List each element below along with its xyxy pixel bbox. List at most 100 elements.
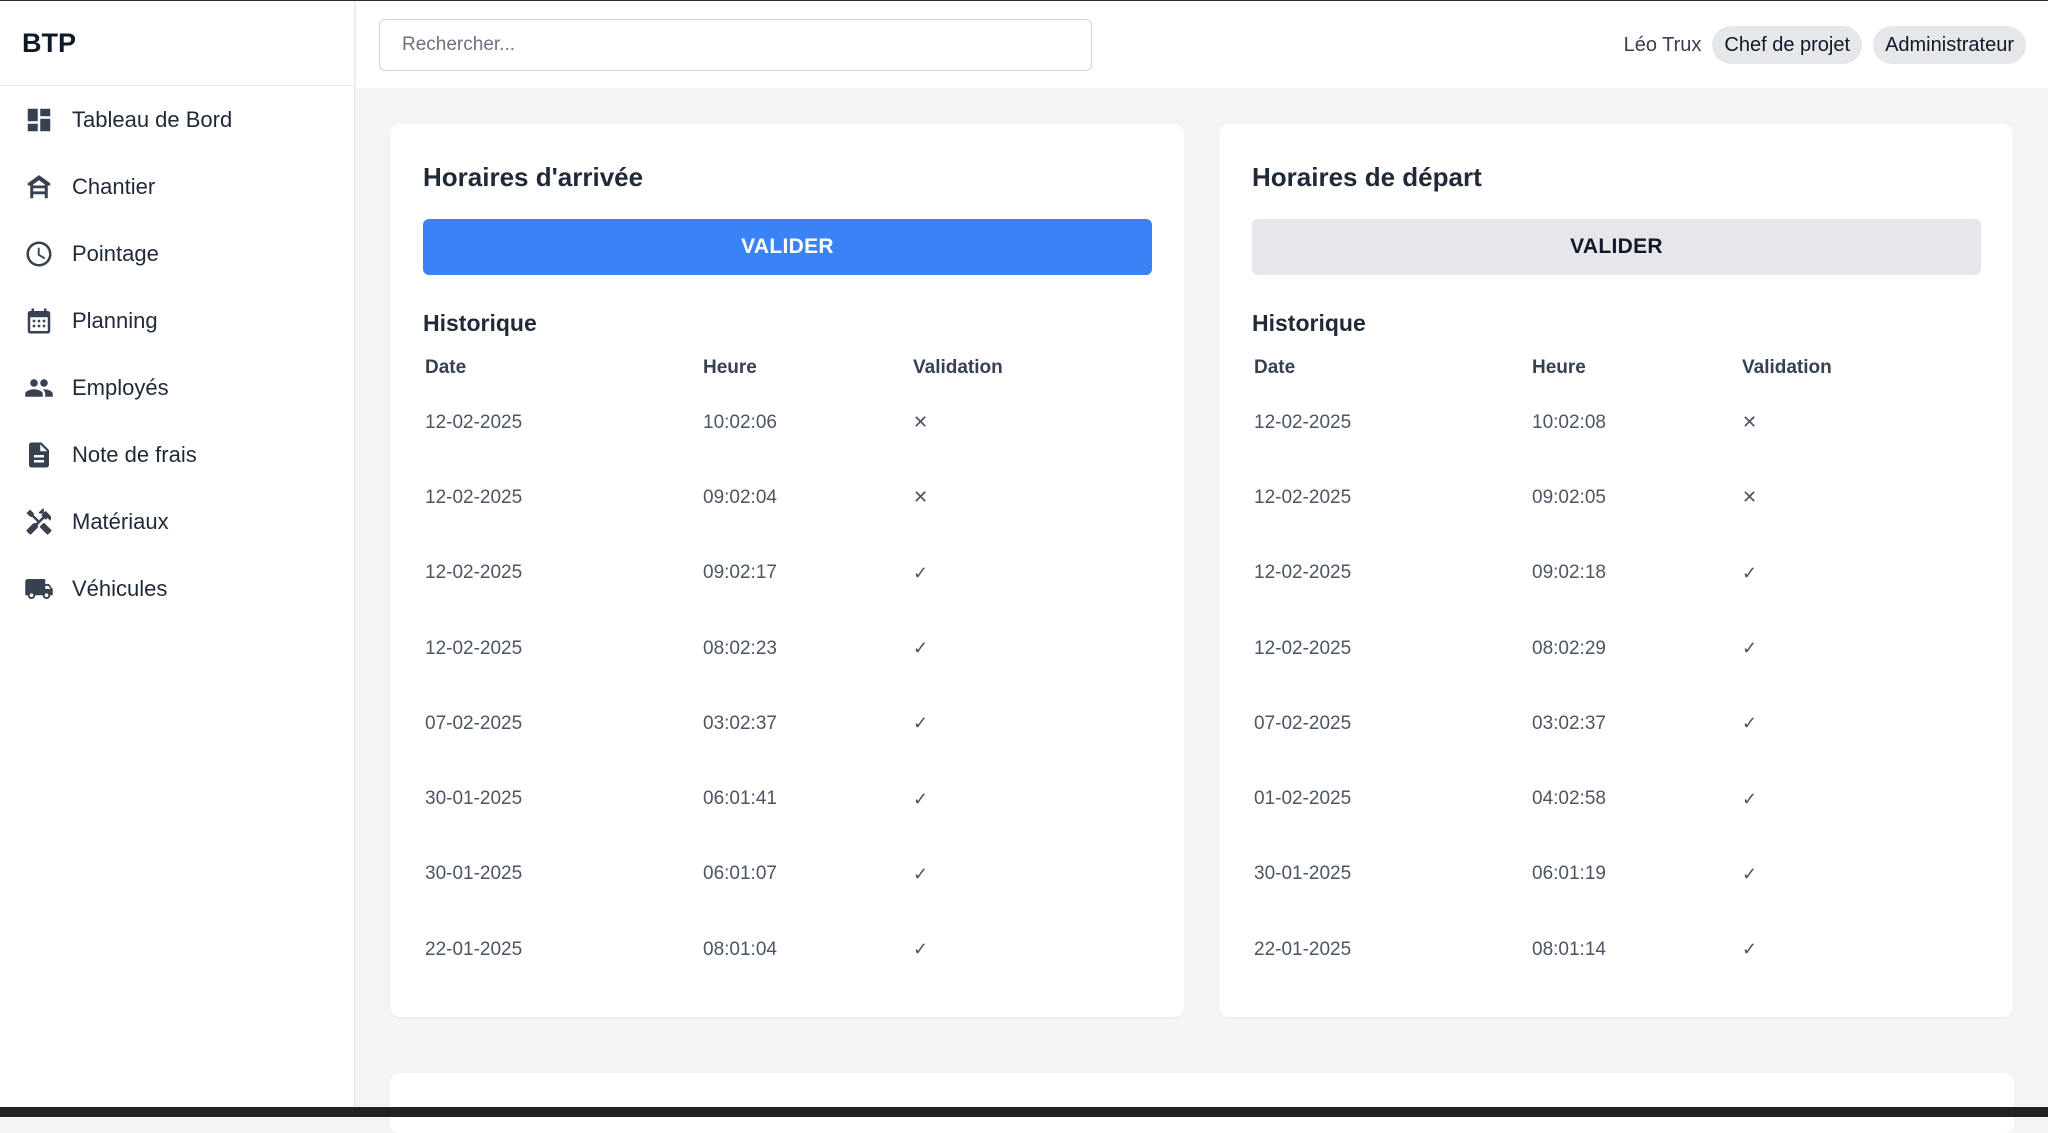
date-cell: 30-01-2025 (425, 863, 523, 885)
validation-icon: ✓ (1742, 863, 1758, 884)
next-card-partial (390, 1073, 2014, 1133)
role-badge-administrateur[interactable]: Administrateur (1873, 26, 2026, 64)
validation-icon: ✓ (913, 562, 929, 583)
sidebar-item-vehicules[interactable]: Véhicules (0, 555, 354, 622)
time-cell: 09:02:05 (1532, 486, 1606, 508)
clock-icon (24, 239, 54, 269)
time-cell: 08:01:04 (703, 938, 777, 960)
table-row: 12-02-2025 09:02:17 ✓ (423, 536, 1152, 611)
document-icon (24, 440, 54, 470)
validation-icon: ✕ (1742, 487, 1758, 508)
arrival-history-title: Historique (423, 310, 537, 336)
sidebar-item-planning[interactable]: Planning (0, 287, 354, 354)
table-row: 22-01-2025 08:01:04 ✓ (423, 912, 1152, 987)
column-header-heure: Heure (703, 357, 757, 378)
time-cell: 08:02:29 (1532, 637, 1606, 659)
tools-icon (24, 507, 54, 537)
departure-title: Horaires de départ (1252, 162, 1482, 192)
table-row: 22-01-2025 08:01:14 ✓ (1252, 912, 1981, 987)
date-cell: 07-02-2025 (1254, 712, 1352, 734)
table-row: 12-02-2025 10:02:06 ✕ (423, 385, 1152, 460)
validation-icon: ✕ (1742, 412, 1758, 433)
validation-icon: ✓ (1742, 638, 1758, 659)
sidebar-item-pointage[interactable]: Pointage (0, 220, 354, 287)
time-cell: 09:02:04 (703, 486, 777, 508)
date-cell: 12-02-2025 (425, 637, 523, 659)
time-cell: 04:02:58 (1532, 788, 1606, 810)
validate-departure-button[interactable]: VALIDER (1252, 219, 1981, 275)
table-row: 12-02-2025 08:02:23 ✓ (423, 611, 1152, 686)
departure-history-table: Date Heure Validation 12-02-2025 10:02:08… (1252, 351, 1981, 987)
date-cell: 07-02-2025 (425, 712, 523, 734)
time-cell: 08:02:23 (703, 637, 777, 659)
column-header-date: Date (1254, 357, 1296, 378)
people-icon (24, 373, 54, 403)
validation-icon: ✓ (913, 863, 929, 884)
sidebar-item-label: Matériaux (72, 508, 169, 534)
sidebar-item-label: Note de frais (72, 441, 197, 467)
date-cell: 01-02-2025 (1254, 788, 1352, 810)
construction-icon (24, 172, 54, 202)
validation-icon: ✕ (913, 487, 929, 508)
column-header-heure: Heure (1532, 357, 1586, 378)
table-row: 12-02-2025 10:02:08 ✕ (1252, 385, 1981, 460)
date-cell: 12-02-2025 (1254, 486, 1352, 508)
column-header-date: Date (425, 357, 467, 378)
table-row: 12-02-2025 09:02:18 ✓ (1252, 536, 1981, 611)
top-header: Léo Trux Chef de projet Administrateur (356, 1, 2048, 88)
date-cell: 12-02-2025 (425, 486, 523, 508)
time-cell: 09:02:18 (1532, 562, 1606, 584)
date-cell: 12-02-2025 (425, 562, 523, 584)
table-row: 07-02-2025 03:02:37 ✓ (1252, 686, 1981, 761)
sidebar-item-materiaux[interactable]: Matériaux (0, 488, 354, 555)
brand-logo[interactable]: BTP (0, 1, 354, 86)
validation-icon: ✓ (913, 788, 929, 809)
date-cell: 12-02-2025 (1254, 637, 1352, 659)
departure-history-title: Historique (1252, 310, 1366, 336)
validation-icon: ✓ (1742, 939, 1758, 960)
calendar-icon (24, 306, 54, 336)
sidebar-item-note-de-frais[interactable]: Note de frais (0, 421, 354, 488)
user-name: Léo Trux (1623, 33, 1702, 56)
sidebar-item-chantier[interactable]: Chantier (0, 153, 354, 220)
sidebar-item-tableau-de-bord[interactable]: Tableau de Bord (0, 86, 354, 153)
time-cell: 06:01:19 (1532, 863, 1606, 885)
validation-icon: ✓ (913, 713, 929, 734)
time-cell: 06:01:07 (703, 863, 777, 885)
sidebar-item-employes[interactable]: Employés (0, 354, 354, 421)
role-badge-chef-de-projet[interactable]: Chef de projet (1712, 26, 1863, 64)
sidebar: BTP Tableau de Bord Chantier Pointage Pl… (0, 1, 355, 1107)
validation-icon: ✓ (1742, 713, 1758, 734)
truck-icon (24, 574, 54, 604)
time-cell: 06:01:41 (703, 788, 777, 810)
validation-icon: ✓ (913, 638, 929, 659)
date-cell: 12-02-2025 (425, 411, 523, 433)
time-cell: 10:02:06 (703, 411, 777, 433)
time-cell: 03:02:37 (1532, 712, 1606, 734)
search-input[interactable] (379, 19, 1092, 71)
table-row: 01-02-2025 04:02:58 ✓ (1252, 761, 1981, 836)
sidebar-nav: Tableau de Bord Chantier Pointage Planni… (0, 86, 354, 622)
arrival-card: Horaires d'arrivée VALIDER Historique Da… (390, 124, 1184, 1017)
arrival-history-table: Date Heure Validation 12-02-2025 10:02:06… (423, 351, 1152, 987)
validation-icon: ✓ (913, 939, 929, 960)
validation-icon: ✓ (1742, 788, 1758, 809)
time-cell: 03:02:37 (703, 712, 777, 734)
table-header-row: Date Heure Validation (423, 351, 1152, 385)
sidebar-item-label: Employés (72, 374, 169, 400)
time-cell: 09:02:17 (703, 562, 777, 584)
table-row: 30-01-2025 06:01:41 ✓ (423, 761, 1152, 836)
validate-arrival-button[interactable]: VALIDER (423, 219, 1152, 275)
table-row: 07-02-2025 03:02:37 ✓ (423, 686, 1152, 761)
column-header-validation: Validation (1742, 357, 1832, 378)
dashboard-icon (24, 105, 54, 135)
table-row: 30-01-2025 06:01:07 ✓ (423, 837, 1152, 912)
table-header-row: Date Heure Validation (1252, 351, 1981, 385)
date-cell: 30-01-2025 (425, 788, 523, 810)
sidebar-item-label: Tableau de Bord (72, 106, 233, 132)
table-row: 12-02-2025 09:02:04 ✕ (423, 460, 1152, 535)
validation-icon: ✓ (1742, 562, 1758, 583)
sidebar-item-label: Pointage (72, 240, 159, 266)
date-cell: 30-01-2025 (1254, 863, 1352, 885)
date-cell: 22-01-2025 (1254, 938, 1352, 960)
